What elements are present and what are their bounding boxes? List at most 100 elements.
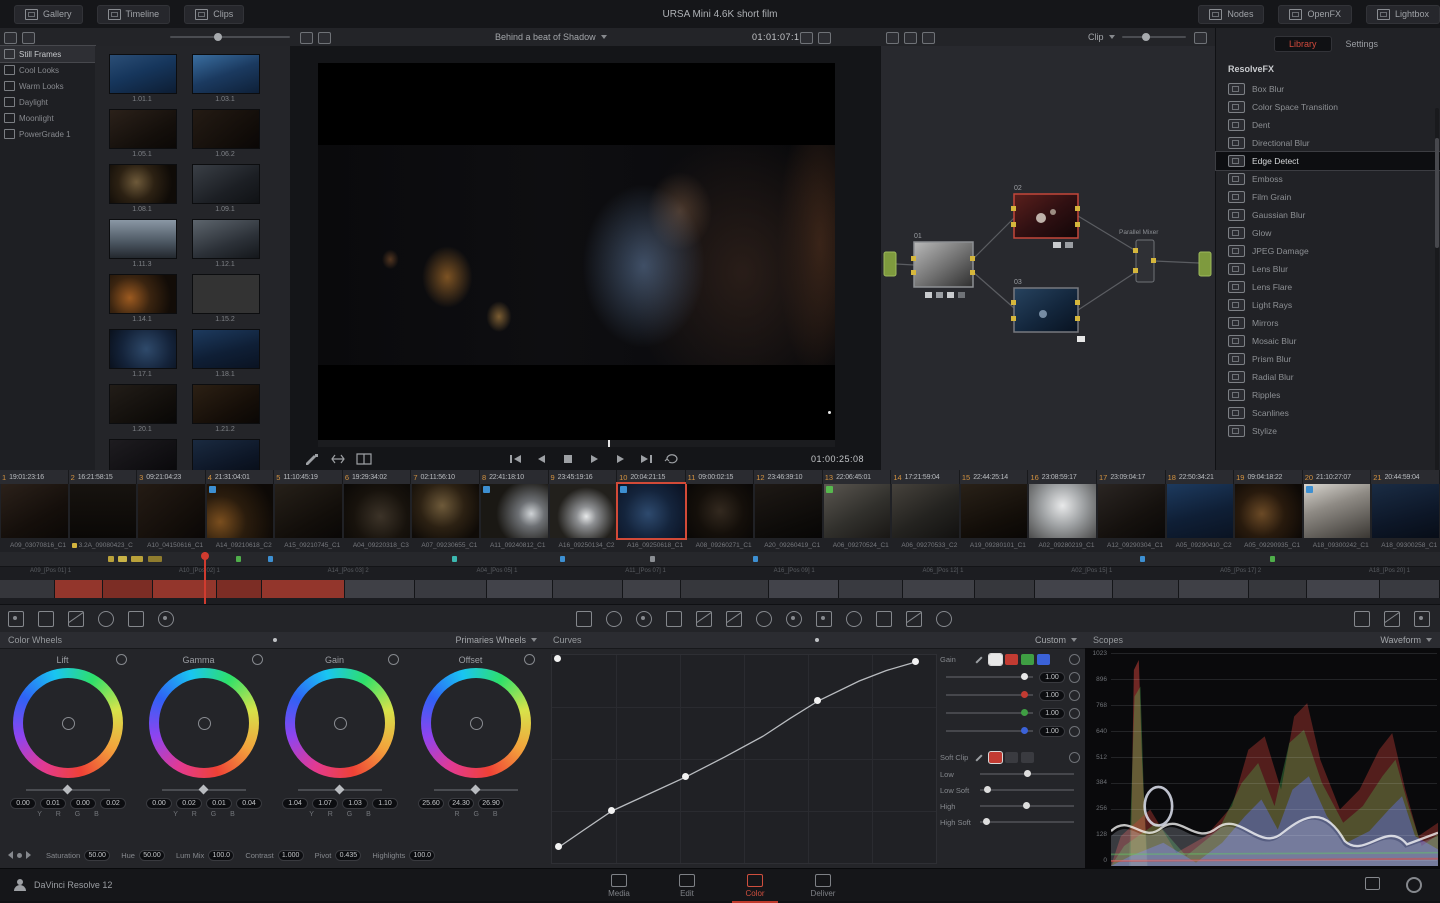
master-wheel-slider[interactable] [426, 784, 526, 796]
wheel-value[interactable]: 0.00 [10, 798, 36, 809]
gallery-album-item[interactable]: PowerGrade 1 [0, 126, 95, 142]
reset-icon[interactable] [252, 654, 263, 665]
timeline-clip-segment[interactable] [681, 580, 769, 598]
gain-value[interactable]: 1.00 [1039, 690, 1065, 701]
gain-slider[interactable] [946, 712, 1033, 714]
gallery-album-item[interactable]: Cool Looks [0, 62, 95, 78]
still-thumbnail[interactable] [192, 274, 260, 314]
channel-chip-r[interactable] [1005, 654, 1018, 665]
step-forward-icon[interactable] [612, 453, 628, 465]
clip-thumbnail[interactable] [892, 484, 959, 538]
wheel-value[interactable]: 0.02 [100, 798, 126, 809]
timeline-clip-segment[interactable] [1249, 580, 1307, 598]
step-back-icon[interactable] [534, 453, 550, 465]
timeline-clip[interactable]: 3 09:21:04:23 A10_04150616_C1 [137, 470, 206, 552]
soft-clip-slider[interactable] [980, 789, 1074, 791]
scrollbar-thumb[interactable] [1435, 138, 1439, 248]
timeline-clip-segment[interactable] [553, 580, 623, 598]
stills-zoom-slider[interactable] [170, 36, 290, 38]
timeline-clip-segment[interactable] [487, 580, 553, 598]
gain-value[interactable]: 1.00 [1039, 672, 1065, 683]
gallery-still[interactable]: 1.11.3 [109, 219, 175, 268]
adjust-value[interactable]: 100.0 [409, 850, 435, 861]
clip-thumbnail[interactable] [1235, 484, 1302, 538]
wheel-value[interactable]: 0.01 [206, 798, 232, 809]
timeline-clip-segment[interactable] [1179, 580, 1249, 598]
reset-icon[interactable] [1069, 654, 1080, 665]
openfx-list-item[interactable]: Color Space Transition [1216, 98, 1440, 116]
gallery-still[interactable]: 1.23.1 [109, 439, 175, 470]
clip-thumbnail[interactable] [70, 484, 137, 538]
openfx-list-item[interactable]: Radial Blur [1216, 368, 1440, 386]
timeline-clip[interactable]: 14 17:21:59:04 A06_09270533_C2 [891, 470, 960, 552]
clip-thumbnail[interactable] [1304, 484, 1371, 538]
gain-slider-handle[interactable] [1021, 727, 1028, 734]
still-thumbnail[interactable] [109, 219, 177, 259]
clip-header[interactable]: 15 22:44:25:14 [960, 470, 1029, 484]
reset-icon[interactable] [1069, 690, 1080, 701]
page-button[interactable]: Edit [660, 871, 714, 900]
reset-icon[interactable] [1069, 708, 1080, 719]
clip-header[interactable]: 8 22:41:18:10 [480, 470, 549, 484]
timeline-clip[interactable]: 20 21:10:27:07 A18_09300242_C1 [1303, 470, 1372, 552]
topbar-toggle-button[interactable]: Timeline [97, 5, 171, 24]
timeline-clip[interactable]: 7 02:11:56:10 A07_09230655_C1 [411, 470, 480, 552]
adjust-value[interactable]: 1.000 [278, 850, 304, 861]
clip-thumbnail[interactable] [1, 484, 68, 538]
clip-header[interactable]: 10 20:04:21:15 [617, 470, 686, 484]
topbar-toggle-button[interactable]: Lightbox [1366, 5, 1440, 24]
wheel-value[interactable]: 0.01 [40, 798, 66, 809]
still-thumbnail[interactable] [109, 329, 177, 369]
node-camera-icon[interactable] [904, 32, 917, 44]
tab-settings[interactable]: Settings [1346, 39, 1379, 49]
curve-mode-selector[interactable]: Custom [1035, 635, 1077, 645]
still-thumbnail[interactable] [109, 384, 177, 424]
clip-header[interactable]: 11 09:00:02:15 [686, 470, 755, 484]
unmix-icon[interactable] [330, 453, 346, 465]
stills-zoom-knob[interactable] [214, 33, 222, 41]
gain-slider[interactable] [946, 730, 1033, 732]
stop-icon[interactable] [560, 453, 576, 465]
openfx-list-item[interactable]: Mirrors [1216, 314, 1440, 332]
topbar-toggle-button[interactable]: Clips [184, 5, 244, 24]
gallery-album-item[interactable]: Moonlight [0, 110, 95, 126]
output-node[interactable] [1199, 252, 1211, 276]
softclip-chip-b[interactable] [1021, 752, 1034, 763]
gain-slider-handle[interactable] [1021, 673, 1028, 680]
loop-icon[interactable] [664, 453, 680, 465]
topbar-toggle-button[interactable]: OpenFX [1278, 5, 1352, 24]
gain-slider[interactable] [946, 694, 1033, 696]
wheel-mode-selector[interactable]: Primaries Wheels [455, 635, 537, 645]
timeline-clip[interactable]: 12 23:46:39:10 A20_09260419_C1 [754, 470, 823, 552]
adjust-value[interactable]: 0.435 [335, 850, 361, 861]
timeline-clip[interactable]: 18 22:50:34:21 A05_09290410_C2 [1166, 470, 1235, 552]
corrector-node-02[interactable]: 02 [1011, 185, 1080, 248]
channel-chip-y[interactable] [989, 654, 1002, 665]
still-thumbnail[interactable] [192, 54, 260, 94]
timeline-clip[interactable]: 19 09:04:18:22 A05_09290935_C1 [1234, 470, 1303, 552]
page-next-icon[interactable] [26, 851, 31, 859]
scopes-toggle-icon[interactable] [1384, 611, 1400, 627]
wipe-mode-icon[interactable] [68, 611, 84, 627]
topbar-toggle-button[interactable]: Gallery [14, 5, 83, 24]
scope-mode-selector[interactable]: Waveform [1380, 635, 1432, 645]
clip-header[interactable]: 6 19:29:34:02 [343, 470, 412, 484]
reset-icon[interactable] [1069, 752, 1080, 763]
color-match-icon[interactable] [606, 611, 622, 627]
info-icon[interactable] [1414, 611, 1430, 627]
tab-library[interactable]: Library [1274, 36, 1332, 52]
clip-thumbnail[interactable] [755, 484, 822, 538]
topbar-toggle-button[interactable]: Nodes [1198, 5, 1264, 24]
curve-control-point[interactable] [608, 807, 615, 814]
channel-chip-g[interactable] [1021, 654, 1034, 665]
openfx-list-item[interactable]: Prism Blur [1216, 350, 1440, 368]
gallery-still[interactable]: 1.12.1 [192, 219, 258, 268]
mini-timeline-ruler[interactable] [0, 552, 1440, 567]
wheel-value[interactable]: 0.00 [146, 798, 172, 809]
color-wheel-ring[interactable] [421, 668, 531, 778]
node-mode-selector[interactable]: Clip [1088, 30, 1115, 43]
timeline-clip-segment[interactable] [345, 580, 415, 598]
eyedropper-icon[interactable] [974, 752, 984, 762]
wheel-value[interactable]: 1.04 [282, 798, 308, 809]
clip-header[interactable]: 21 20:44:59:04 [1371, 470, 1440, 484]
